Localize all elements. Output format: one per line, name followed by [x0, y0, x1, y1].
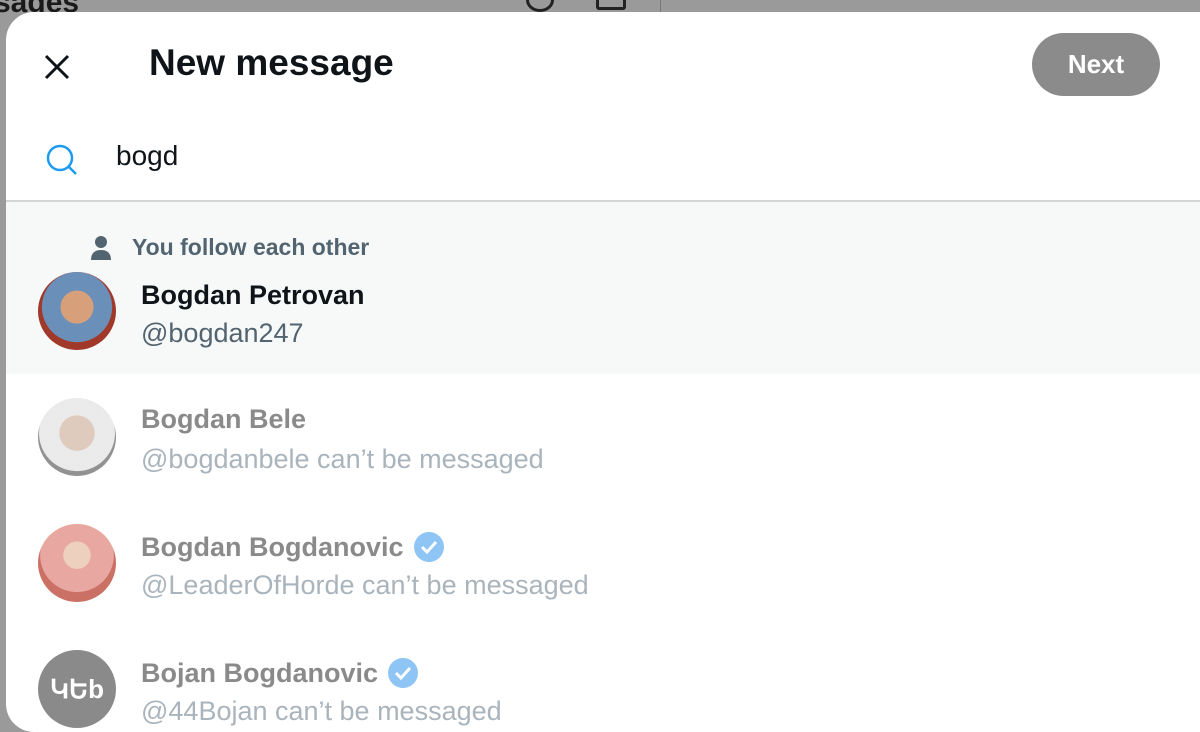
avatar: [38, 272, 116, 350]
gear-icon: [526, 0, 554, 12]
result-item[interactable]: Bogdan Bogdanovic @LeaderOfHorde can’t b…: [6, 500, 1200, 626]
avatar: ԿԵb: [38, 650, 116, 728]
verified-badge-icon: [413, 532, 444, 562]
user-handle: @bogdanbele can’t be messaged: [141, 444, 544, 474]
search-bar: [6, 120, 1200, 202]
context-label: You follow each other: [90, 234, 369, 261]
result-item[interactable]: Bogdan Bele @bogdanbele can’t be message…: [6, 374, 1200, 500]
next-button[interactable]: Next: [1032, 33, 1160, 96]
user-name: Bogdan Petrovan: [141, 280, 365, 310]
search-icon: [46, 144, 77, 175]
divider: [660, 0, 661, 12]
dialog-header: New message Next: [6, 12, 1200, 120]
new-message-dialog: New message Next You follow each other B…: [6, 12, 1200, 732]
user-name: Bojan Bogdanovic: [141, 656, 420, 690]
result-item[interactable]: ԿԵb Bojan Bogdanovic @44Bojan can’t be m…: [6, 626, 1200, 732]
close-button[interactable]: [36, 46, 78, 88]
user-handle: @LeaderOfHorde can’t be messaged: [141, 570, 589, 600]
user-handle: @44Bojan can’t be messaged: [141, 696, 502, 726]
avatar: [38, 398, 116, 476]
dialog-title: New message: [149, 42, 394, 83]
result-item[interactable]: You follow each other Bogdan Petrovan @b…: [6, 202, 1200, 374]
user-handle: @bogdan247: [141, 318, 304, 348]
compose-icon: [596, 0, 626, 10]
search-input[interactable]: [116, 140, 1016, 172]
user-name: Bogdan Bogdanovic: [141, 530, 446, 564]
avatar: [38, 524, 116, 602]
close-icon: [44, 54, 70, 80]
person-icon: [91, 235, 111, 260]
user-name: Bogdan Bele: [141, 404, 307, 434]
verified-badge-icon: [388, 658, 419, 688]
